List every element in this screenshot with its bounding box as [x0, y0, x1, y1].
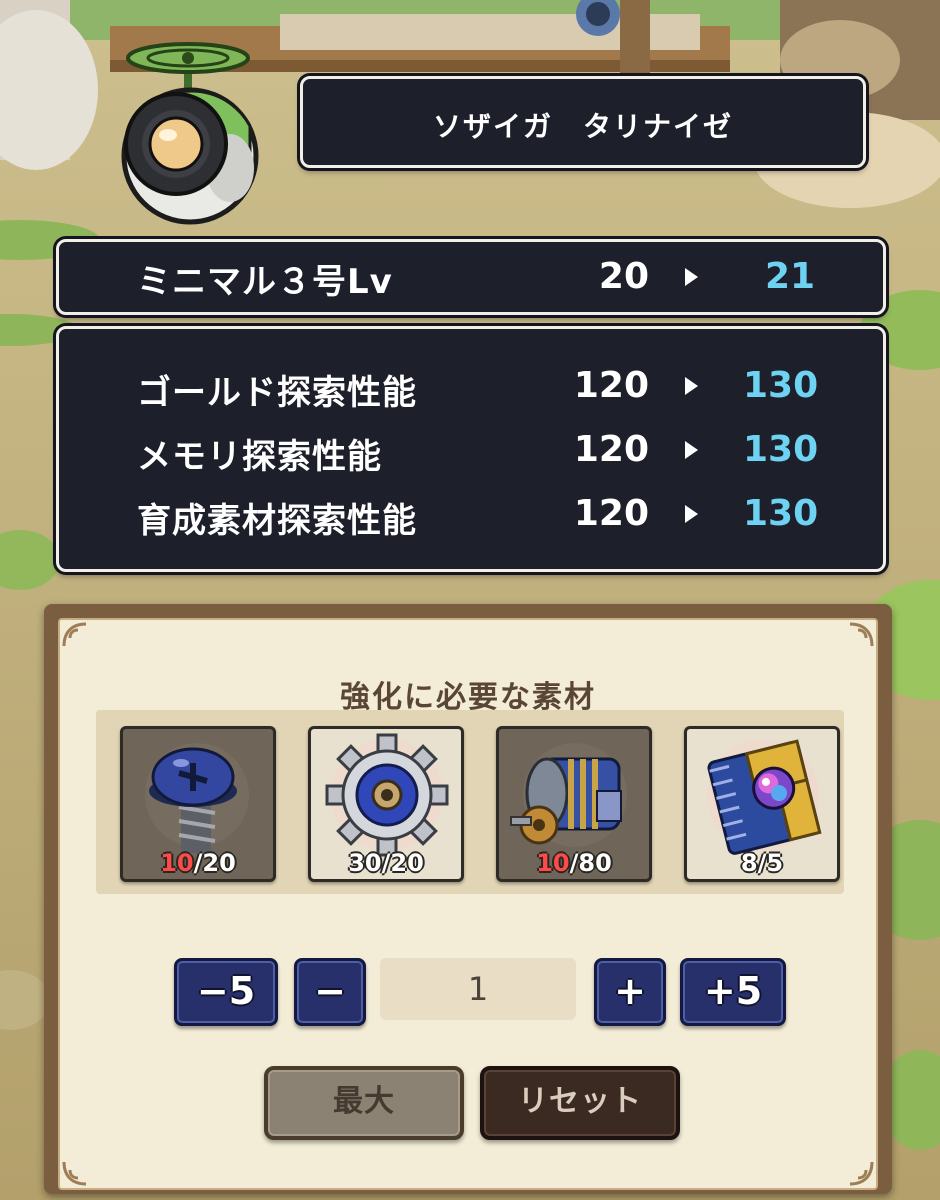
minus-button[interactable]: − [294, 958, 366, 1026]
material-count: 8/5 [740, 849, 784, 877]
stat-current: 120 [573, 365, 649, 406]
material-count: 10/80 [536, 849, 612, 877]
max-button[interactable]: 最大 [264, 1066, 464, 1140]
stat-current: 120 [573, 429, 649, 470]
minus-five-button[interactable]: −5 [174, 958, 278, 1026]
material-count: 30/20 [348, 849, 424, 877]
robot-name-panel: ソザイガ タリナイゼ [300, 76, 866, 168]
stat-next: 130 [743, 493, 819, 534]
quantity-field[interactable]: 1 [380, 958, 576, 1020]
material-count: 10/20 [160, 849, 236, 877]
arrow-right-icon [685, 441, 698, 459]
arrow-right-icon [685, 377, 698, 395]
level-label: ミニマル３号Lv [137, 262, 393, 302]
ornament-icon [849, 622, 874, 647]
stat-label: ゴールド探索性能 [137, 373, 417, 413]
arrow-right-icon [685, 268, 698, 286]
plus-button[interactable]: + [594, 958, 666, 1026]
materials-frame: 強化に必要な素材 10/20 30/20 10/80 8/5 −5 − 1 + … [44, 604, 892, 1194]
stat-current: 120 [573, 493, 649, 534]
ornament-icon [849, 1161, 874, 1186]
ornament-icon [62, 622, 87, 647]
level-panel: ミニマル３号Lv 20 21 [56, 239, 886, 315]
robot-mascot-icon [121, 42, 259, 225]
robot-name: ソザイガ タリナイゼ [432, 110, 733, 143]
arrow-right-icon [685, 505, 698, 523]
material-tile-memory-book[interactable]: 8/5 [684, 726, 840, 882]
plus-five-button[interactable]: +5 [680, 958, 786, 1026]
stat-next: 130 [743, 365, 819, 406]
material-tile-screw[interactable]: 10/20 [120, 726, 276, 882]
reset-button[interactable]: リセット [480, 1066, 680, 1140]
material-tile-motor[interactable]: 10/80 [496, 726, 652, 882]
ornament-icon [62, 1161, 87, 1186]
stat-next: 130 [743, 429, 819, 470]
level-current: 20 [598, 256, 649, 297]
material-tile-gear[interactable]: 30/20 [308, 726, 464, 882]
stat-label: 育成素材探索性能 [137, 501, 417, 541]
materials-inner: 強化に必要な素材 10/20 30/20 10/80 8/5 −5 − 1 + … [58, 618, 878, 1190]
level-next: 21 [765, 256, 816, 297]
stats-panel: ゴールド探索性能 120 130 メモリ探索性能 120 130 育成素材探索性… [56, 326, 886, 572]
stat-label: メモリ探索性能 [137, 437, 382, 477]
materials-list: 10/20 30/20 10/80 8/5 [96, 710, 844, 894]
